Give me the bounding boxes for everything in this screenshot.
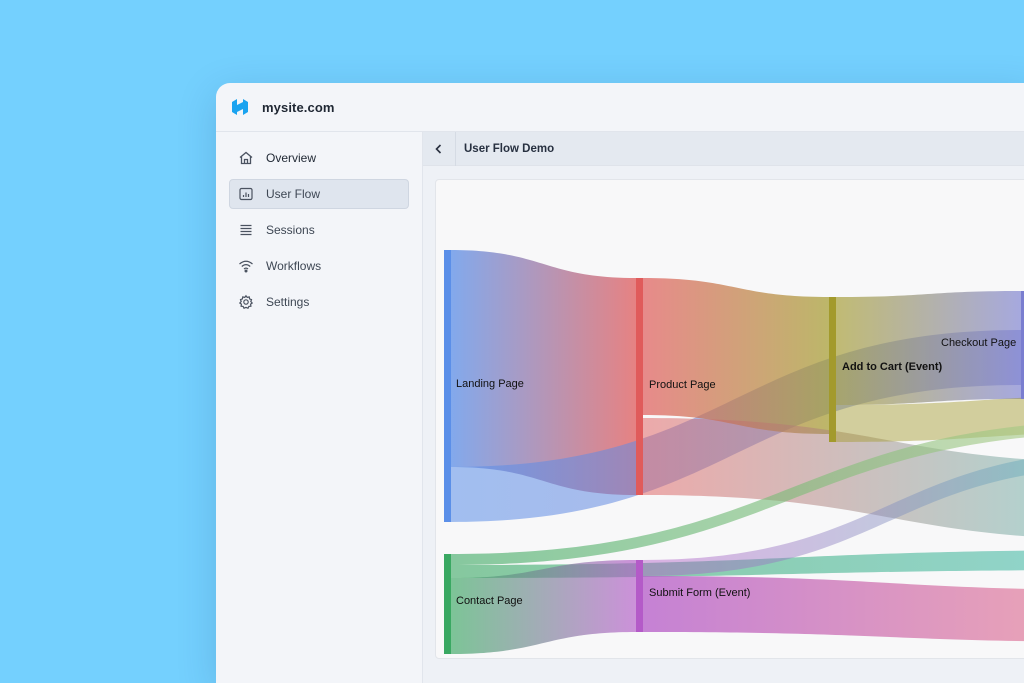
chevron-left-icon <box>433 143 445 155</box>
wifi-icon <box>238 258 254 274</box>
chart-icon <box>238 186 254 202</box>
content-header: User Flow Demo <box>423 131 1024 166</box>
sankey-node-4[interactable] <box>444 554 451 654</box>
link-product-cart <box>643 278 829 434</box>
sankey-node-label: Submit Form (Event) <box>649 587 750 599</box>
sankey-node-label: Contact Page <box>456 595 523 607</box>
sidebar-item-overview[interactable]: Overview <box>229 143 409 173</box>
sidebar-item-settings[interactable]: Settings <box>229 287 409 317</box>
top-bar: mysite.com <box>216 83 1024 132</box>
sankey-node-label: Product Page <box>649 379 716 391</box>
back-button[interactable] <box>423 131 456 166</box>
sankey-node-label: Checkout Page <box>941 337 1016 349</box>
home-icon <box>238 150 254 166</box>
sankey-node-2[interactable] <box>829 297 836 442</box>
logo-icon <box>230 97 250 117</box>
page-title: User Flow Demo <box>464 142 555 155</box>
sidebar-item-label: Sessions <box>266 223 315 237</box>
site-title: mysite.com <box>262 99 335 115</box>
sidebar-item-label: Settings <box>266 295 310 309</box>
main-content: User Flow Demo Landing Page Product Page A… <box>423 131 1024 683</box>
sankey-node-0[interactable] <box>444 250 451 522</box>
sidebar-item-workflows[interactable]: Workflows <box>229 251 409 281</box>
sidebar-item-label: User Flow <box>266 187 321 201</box>
sankey-node-5[interactable] <box>636 560 643 632</box>
link-submit-exit <box>643 576 1024 642</box>
sankey-node-1[interactable] <box>636 278 643 495</box>
gear-icon <box>238 294 254 310</box>
sankey-node-label: Add to Cart (Event) <box>842 361 943 373</box>
sidebar-item-user-flow[interactable]: User Flow <box>229 179 409 209</box>
app-window: mysite.com Overview User Flow Sessions W… <box>216 83 1024 683</box>
sankey-node-label: Landing Page <box>456 378 524 390</box>
sidebar-item-sessions[interactable]: Sessions <box>229 215 409 245</box>
sidebar-item-label: Workflows <box>266 259 322 273</box>
sidebar: Overview User Flow Sessions Workflows Se… <box>216 132 423 683</box>
list-icon <box>238 222 254 238</box>
sankey-chart-panel: Landing Page Product Page Add to Cart (Eve… <box>435 179 1024 659</box>
sankey-chart: Landing Page Product Page Add to Cart (Eve… <box>444 250 1024 654</box>
sidebar-item-label: Overview <box>266 151 317 165</box>
